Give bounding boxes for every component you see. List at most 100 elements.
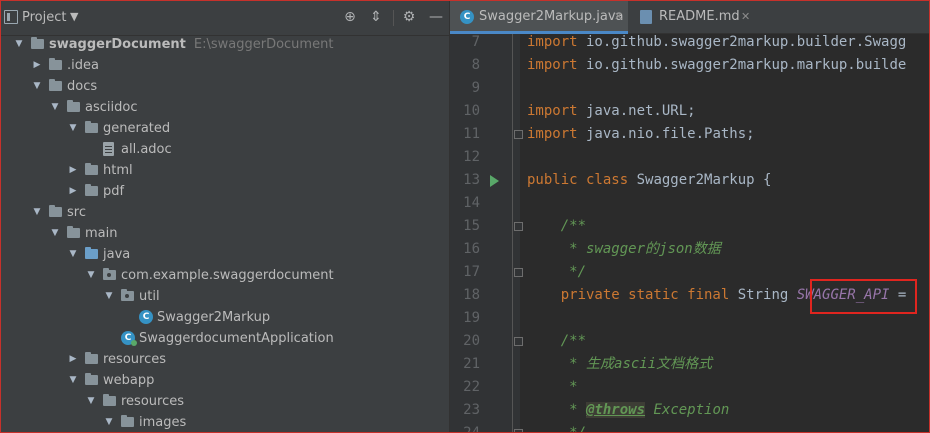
code-line[interactable]: 24 */ (450, 422, 930, 433)
tree-item[interactable]: ▼ webapp (0, 370, 449, 391)
fold-icon[interactable] (514, 337, 523, 346)
tab-swagger2markup[interactable]: C Swagger2Markup.java ✕ (450, 0, 628, 34)
code-line[interactable]: 7 import io.github.swagger2markup.builder… (450, 31, 930, 54)
code-line[interactable]: 23 * @throws Exception (450, 399, 930, 422)
line-number: 24 (463, 425, 480, 433)
fold-icon[interactable] (514, 429, 523, 433)
chevron-right-icon[interactable]: ▶ (32, 55, 42, 76)
code-token: /** (560, 333, 587, 349)
tree-item[interactable]: ▼ util (0, 286, 449, 307)
code-line[interactable]: 8 import io.github.swagger2markup.markup.… (450, 54, 930, 77)
code-line[interactable]: 15 /** (450, 215, 930, 238)
code-line[interactable]: 14 (450, 192, 930, 215)
code-line[interactable]: 20 /** (450, 330, 930, 353)
chevron-right-icon[interactable]: ▶ (68, 349, 78, 370)
tree-item[interactable]: ▼ resources (0, 391, 449, 412)
code-line[interactable]: 13 public class Swagger2Markup { (450, 169, 930, 192)
project-panel-title[interactable]: Project (22, 10, 66, 25)
code-token: */ (569, 425, 587, 433)
chevron-right-icon[interactable]: ▶ (68, 181, 78, 202)
tree-item[interactable]: C SwaggerdocumentApplication (0, 328, 449, 349)
code-token: private static final (560, 287, 730, 303)
close-icon[interactable]: ✕ (741, 0, 750, 34)
tree-item[interactable]: ▶ pdf (0, 181, 449, 202)
fold-icon[interactable] (514, 222, 523, 231)
tree-item-label: java (103, 247, 131, 262)
line-number: 8 (471, 57, 480, 73)
code-token: String (729, 287, 797, 303)
line-number: 22 (463, 379, 480, 395)
tree-item[interactable]: ▼ images (0, 412, 449, 433)
code-text: import java.nio.file.Paths; (527, 123, 755, 146)
tree-item-label: main (85, 226, 118, 241)
line-number: 18 (463, 287, 480, 303)
chevron-down-icon[interactable]: ▼ (68, 244, 78, 265)
chevron-down-icon[interactable]: ▼ (86, 391, 96, 412)
file-icon (103, 142, 114, 156)
code-text: * @throws Exception (527, 399, 729, 422)
chevron-down-icon[interactable]: ▼ (70, 10, 78, 23)
chevron-down-icon[interactable]: ▼ (50, 223, 60, 244)
tree-item-label: resources (121, 394, 185, 409)
gear-icon[interactable]: ⚙ (400, 8, 418, 26)
tree-item[interactable]: ▼ docs (0, 76, 449, 97)
chevron-down-icon[interactable]: ▼ (86, 265, 96, 286)
fold-icon[interactable] (514, 268, 523, 277)
tree-item[interactable]: ▼ main (0, 223, 449, 244)
code-line[interactable]: 10 import java.net.URL; (450, 100, 930, 123)
chevron-down-icon[interactable]: ▼ (68, 118, 78, 139)
code-line[interactable]: 22 * (450, 376, 930, 399)
tab-readme[interactable]: README.md ✕ (628, 0, 758, 34)
chevron-down-icon[interactable]: ▼ (14, 34, 24, 55)
line-number: 20 (463, 333, 480, 349)
locate-icon[interactable]: ⊕ (341, 8, 359, 26)
code-line[interactable]: 9 (450, 77, 930, 100)
code-text: /** (527, 215, 586, 238)
collapse-icon[interactable]: ⇕ (367, 8, 385, 26)
tree-item[interactable]: ▶ resources (0, 349, 449, 370)
code-line[interactable]: 12 (450, 146, 930, 169)
code-token: Swagger2Markup { (628, 172, 772, 188)
code-line[interactable]: 21 * 生成ascii文档格式 (450, 353, 930, 376)
chevron-down-icon[interactable]: ▼ (32, 76, 42, 97)
tree-item-label: SwaggerdocumentApplication (139, 331, 334, 346)
fold-icon[interactable] (514, 130, 523, 139)
close-icon[interactable]: ✕ (614, 0, 623, 34)
run-icon[interactable] (490, 175, 499, 187)
tree-item[interactable]: ▶ html (0, 160, 449, 181)
project-tree: ▼ swaggerDocument E:\swaggerDocument ▶ .idea… (0, 34, 449, 433)
source-folder-icon (85, 247, 98, 259)
folder-icon (85, 163, 98, 175)
minimize-icon[interactable]: — (427, 8, 445, 26)
tree-item[interactable]: ▼ java (0, 244, 449, 265)
code-line[interactable]: 16 * swagger的json数据 (450, 238, 930, 261)
code-text: * 生成ascii文档格式 (527, 353, 712, 376)
code-token: import (527, 126, 578, 142)
editor-tab-bar: C Swagger2Markup.java ✕ README.md ✕ (450, 0, 930, 34)
tree-item[interactable]: ▼ asciidoc (0, 97, 449, 118)
tree-item[interactable]: ▶ .idea (0, 55, 449, 76)
tab-label: Swagger2Markup.java (479, 9, 624, 24)
chevron-right-icon[interactable]: ▶ (68, 160, 78, 181)
code-line[interactable]: 11 import java.nio.file.Paths; (450, 123, 930, 146)
tree-item[interactable]: C Swagger2Markup (0, 307, 449, 328)
divider (393, 10, 394, 26)
tree-item-label: html (103, 163, 133, 178)
editor-area: C Swagger2Markup.java ✕ README.md ✕ 7 imp… (449, 0, 930, 433)
code-editor[interactable]: 7 import io.github.swagger2markup.builder… (450, 31, 930, 433)
folder-icon (49, 79, 62, 91)
chevron-down-icon[interactable]: ▼ (104, 286, 114, 307)
chevron-down-icon[interactable]: ▼ (50, 97, 60, 118)
chevron-down-icon[interactable]: ▼ (32, 202, 42, 223)
chevron-down-icon[interactable]: ▼ (68, 370, 78, 391)
tree-item[interactable]: ▼ generated (0, 118, 449, 139)
tree-item[interactable]: ▼ com.example.swaggerdocument (0, 265, 449, 286)
project-panel-header: Project ▼ ⊕ ⇕ ⚙ — (0, 0, 449, 36)
tree-item[interactable]: all.adoc (0, 139, 449, 160)
chevron-down-icon[interactable]: ▼ (104, 412, 114, 433)
line-number: 21 (463, 356, 480, 372)
tree-item[interactable]: ▼ src (0, 202, 449, 223)
line-number: 23 (463, 402, 480, 418)
tree-item[interactable]: ▼ swaggerDocument E:\swaggerDocument (0, 34, 449, 55)
